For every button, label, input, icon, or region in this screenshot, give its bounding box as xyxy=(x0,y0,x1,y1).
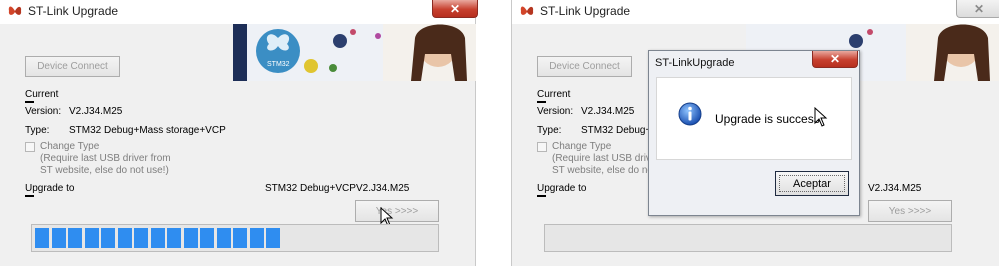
current-type-value: STM32 Debug+Mass storage+VCP xyxy=(69,125,226,136)
dialog-message: Upgrade is successf xyxy=(715,112,824,126)
current-version-value: V2.J34.M25 xyxy=(581,106,635,117)
current-type-value: STM32 Debug+ xyxy=(581,125,652,136)
type-label: Type: xyxy=(537,125,562,136)
progress-segment xyxy=(84,228,99,248)
progress-segment xyxy=(134,228,148,248)
upgrade-progress-bar xyxy=(31,224,439,252)
upgrade-type-value: STM32 Debug+VCP xyxy=(265,183,356,194)
dialog-body: Upgrade is successf xyxy=(656,77,852,160)
progress-segment xyxy=(183,228,198,248)
info-icon xyxy=(678,102,702,126)
change-type-checkbox[interactable] xyxy=(537,142,547,152)
progress-segment xyxy=(51,228,66,248)
title-bar: ST-Link Upgrade xyxy=(0,0,475,24)
change-type-note-line2: ST website, else do no xyxy=(552,165,653,176)
yes-upgrade-button[interactable]: Yes >>>> xyxy=(355,200,439,222)
version-label: Version: xyxy=(25,106,62,117)
window-title: ST-Link Upgrade xyxy=(540,4,631,18)
change-type-label: Change Type xyxy=(552,141,612,152)
upgrade-version-value: V2.J34.M25 xyxy=(868,183,922,194)
window-title: ST-Link Upgrade xyxy=(28,4,119,18)
change-type-label: Change Type xyxy=(40,141,100,152)
butterfly-icon xyxy=(8,6,22,15)
dialog-title: ST-LinkUpgrade xyxy=(655,57,735,69)
mouse-cursor-icon xyxy=(814,107,828,127)
banner-logo-text: STM32 xyxy=(267,61,290,68)
yes-upgrade-button[interactable]: Yes >>>> xyxy=(868,200,952,222)
progress-segment xyxy=(200,228,214,248)
close-button[interactable]: ✕ xyxy=(956,0,999,18)
change-type-checkbox[interactable] xyxy=(25,142,35,152)
progress-segment xyxy=(266,228,280,248)
clipped-text xyxy=(537,101,546,103)
progress-segment xyxy=(68,228,82,248)
device-connect-button[interactable]: Device Connect xyxy=(25,56,120,77)
clipped-text xyxy=(25,101,34,103)
progress-segment xyxy=(35,228,49,248)
upgrade-to-label: Upgrade to xyxy=(537,183,587,194)
progress-segment xyxy=(117,228,132,248)
title-bar: ST-Link Upgrade xyxy=(512,0,999,24)
clipped-text xyxy=(537,195,546,197)
progress-segment xyxy=(101,228,115,248)
progress-segment xyxy=(150,228,165,248)
type-label: Type: xyxy=(25,125,50,136)
dialog-close-button[interactable]: ✕ xyxy=(812,51,858,68)
progress-segment xyxy=(233,228,247,248)
success-dialog: ST-LinkUpgrade ✕ Upgrade is successf Ace… xyxy=(648,50,860,216)
change-type-note-line1: (Require last USB driver from xyxy=(40,153,171,164)
change-type-note-line2: ST website, else do not use!) xyxy=(40,165,169,176)
current-section-label: Current xyxy=(537,89,571,100)
progress-segment xyxy=(216,228,231,248)
butterfly-icon xyxy=(520,6,534,15)
upgrade-to-label: Upgrade to xyxy=(25,183,75,194)
upgrade-window-progress: ST-Link Upgrade ✕ STM32 Device Connect C… xyxy=(0,0,478,266)
accept-button[interactable]: Aceptar xyxy=(775,171,849,196)
close-button[interactable]: ✕ xyxy=(432,0,478,18)
change-type-note-line1: (Require last USB driv xyxy=(552,153,651,164)
banner-image: STM32 xyxy=(233,24,476,81)
clipped-text xyxy=(25,195,34,197)
progress-segment xyxy=(249,228,264,248)
upgrade-version-value: V2.J34.M25 xyxy=(356,183,410,194)
progress-segment xyxy=(167,228,181,248)
current-section-label: Current xyxy=(25,89,59,100)
device-connect-button[interactable]: Device Connect xyxy=(537,56,632,77)
focus-ring xyxy=(779,175,845,192)
version-label: Version: xyxy=(537,106,574,117)
upgrade-progress-bar xyxy=(544,224,952,252)
current-version-value: V2.J34.M25 xyxy=(69,106,123,117)
